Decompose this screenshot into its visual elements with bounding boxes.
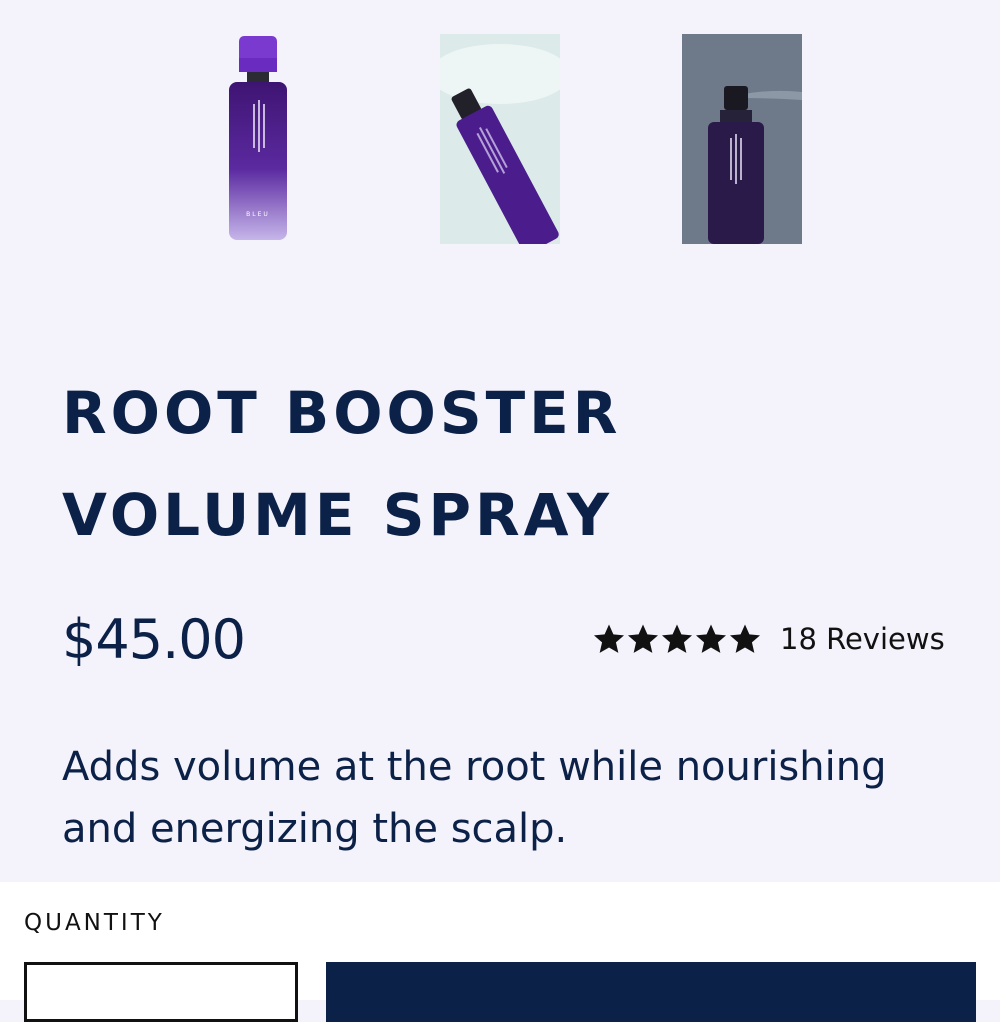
product-thumbnail-3[interactable] [682,34,802,244]
star-icon [593,624,625,653]
product-thumbnail-2[interactable] [440,34,560,244]
bottle-spray-image [682,34,802,244]
star-rating [592,622,762,656]
bottle-product-image: BLEU [229,36,287,240]
product-title-line-1: ROOT BOOSTER [62,379,622,447]
product-title: ROOT BOOSTER VOLUME SPRAY [62,362,621,566]
product-title-line-2: VOLUME SPRAY [62,481,613,549]
quantity-label: QUANTITY [24,910,165,936]
bottle-lifestyle-image [440,34,560,244]
star-icon [695,624,727,653]
star-icon [661,624,693,653]
product-thumbnail-1[interactable]: BLEU [207,30,327,242]
product-price: $45.00 [62,608,246,671]
svg-text:BLEU: BLEU [246,211,270,218]
product-gallery: BLEU [0,30,1000,245]
add-to-cart-button[interactable] [326,962,976,1022]
star-icon [627,624,659,653]
product-description: Adds volume at the root while nourishing… [62,744,887,852]
purchase-panel: QUANTITY [0,882,1000,1022]
star-icon [729,624,761,653]
rating-summary[interactable]: 18 Reviews [592,622,945,656]
reviews-link[interactable]: 18 Reviews [780,622,945,656]
quantity-selector[interactable] [24,962,298,1022]
